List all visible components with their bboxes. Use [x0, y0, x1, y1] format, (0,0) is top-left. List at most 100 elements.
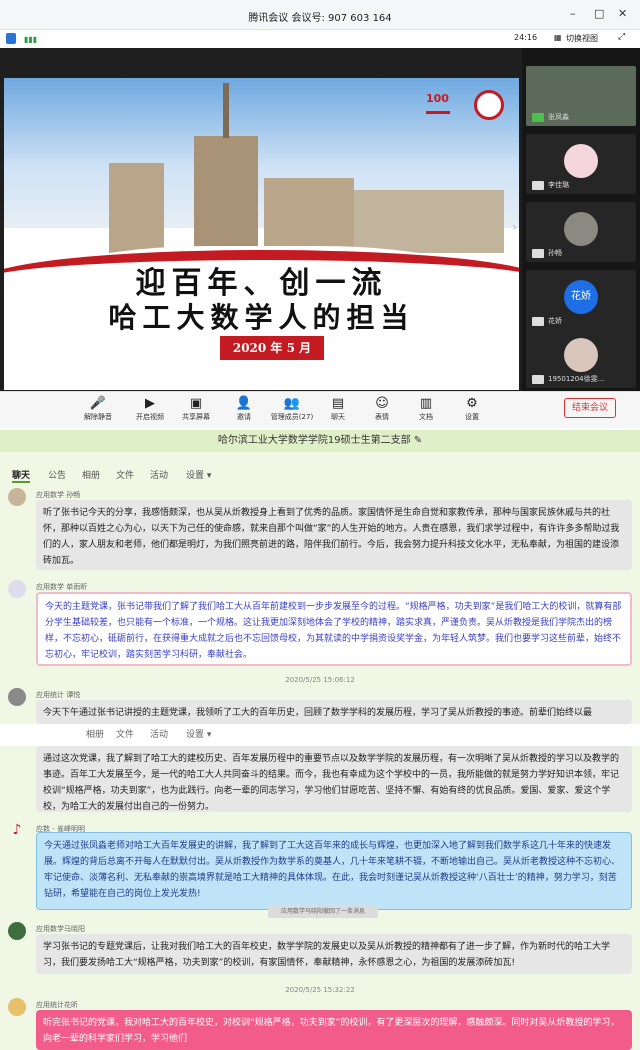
- tab-album[interactable]: 相册: [82, 468, 100, 481]
- message-bubble[interactable]: 学习张书记的专题党课后，让我对我们哈工大的百年校史，数学学院的发展史以及吴从炘教…: [36, 934, 632, 974]
- tab-announcements[interactable]: 公告: [48, 468, 66, 481]
- manage-members-button[interactable]: 👥 管理成员(27): [264, 396, 320, 422]
- participant-tile[interactable]: 花娇 花娇: [526, 270, 636, 330]
- slide-date: 2020 年 5 月: [220, 336, 324, 360]
- message: 应用统计 谭悦 今天下午通过张书记讲授的主题党课，我领听了工大的百年历史，回顾了…: [8, 688, 632, 724]
- document-icon: ▥: [419, 396, 433, 411]
- message-sender: 应用数学 单雨昕: [36, 583, 88, 591]
- chat-label: 聊天: [331, 413, 345, 421]
- start-video-label: 开启视频: [136, 413, 164, 421]
- tab-settings[interactable]: 设置 ▾: [186, 727, 211, 740]
- meeting-clock: 24:16: [514, 33, 538, 42]
- chat-button[interactable]: ▤ 聊天: [318, 396, 358, 422]
- group-chat: 哈尔滨工业大学数学学院19硕士生第二支部 ✎ 聊天 公告 相册 文件 活动 设置…: [0, 430, 640, 1050]
- unmute-button[interactable]: 🎤 解除静音: [78, 396, 118, 422]
- start-video-button[interactable]: ▶ 开启视频: [130, 396, 170, 422]
- collapse-panel-icon[interactable]: ›: [512, 220, 517, 234]
- smiley-icon: ☺: [375, 396, 389, 411]
- shared-slide: 100 迎百年、创一流 哈工大数学人的担当 2020 年 5 月 1: [4, 78, 519, 390]
- message: ♪ 应数 - 雀峰明明 今天通过张凤淼老师对哈工大百年发展史的讲解，我了解到了工…: [8, 822, 632, 914]
- tab-activities[interactable]: 活动: [150, 727, 168, 740]
- slide-tower: [194, 136, 258, 256]
- invite-button[interactable]: 👤 邀请: [224, 396, 264, 422]
- participant-name: 花娇: [548, 317, 562, 325]
- tab-settings[interactable]: 设置 ▾: [186, 468, 211, 481]
- participant-tile[interactable]: 19501204徐雯...: [526, 328, 636, 388]
- participant-panel: 张凤淼 李佳璐 孙畅 花娇 花娇 19501204徐雯...: [522, 48, 640, 391]
- message-bubble[interactable]: 听了张书记今天的分享，我感悟颇深，也从吴从炘教授身上看到了优秀的品质。家国情怀是…: [36, 500, 632, 570]
- tab-chat[interactable]: 聊天: [12, 468, 31, 483]
- mic-muted-icon: [532, 181, 544, 190]
- end-meeting-button[interactable]: 结束会议: [564, 398, 616, 418]
- avatar: [564, 144, 598, 178]
- settings-label: 设置: [465, 413, 479, 421]
- tab-album[interactable]: 相册: [86, 727, 104, 740]
- share-screen-button[interactable]: ▣ 共享屏幕: [176, 396, 216, 422]
- participant-name: 张凤淼: [548, 113, 569, 121]
- tab-activities[interactable]: 活动: [150, 468, 168, 481]
- group-tabs: 聊天 公告 相册 文件 活动 设置 ▾: [0, 464, 640, 484]
- participant-name: 19501204徐雯...: [548, 375, 605, 383]
- participant-tile[interactable]: 孙畅: [526, 202, 636, 262]
- fullscreen-icon[interactable]: ⤢: [618, 32, 625, 42]
- unmute-label: 解除静音: [84, 413, 112, 421]
- maximize-button[interactable]: □: [594, 7, 604, 20]
- minimize-button[interactable]: –: [570, 7, 576, 20]
- anniversary-100-icon: 100: [426, 92, 450, 114]
- window-titlebar: 腾讯会议 会议号: 907 603 164 – □ ✕: [0, 0, 640, 30]
- message-bubble[interactable]: 今天通过张凤淼老师对哈工大百年发展史的讲解，我了解到了工大这百年来的成长与辉煌，…: [36, 832, 632, 910]
- mic-icon: [532, 113, 544, 122]
- reactions-button[interactable]: ☺ 表情: [362, 396, 402, 422]
- slide-building: [264, 178, 354, 253]
- slide-building: [109, 163, 164, 253]
- mic-muted-icon: [532, 317, 544, 326]
- participant-tile[interactable]: 张凤淼: [526, 66, 636, 126]
- message-bubble[interactable]: 今天下午通过张书记讲授的主题党课，我领听了工大的百年历史，回顾了数学学科的发展历…: [36, 700, 632, 724]
- group-title: 哈尔滨工业大学数学学院19硕士生第二支部 ✎: [0, 430, 640, 452]
- mic-muted-icon: [532, 249, 544, 258]
- settings-icon: ⚙: [466, 396, 478, 411]
- meeting-infobar: ▮▮▮ 24:16 ▦ 切换视图 ⤢: [0, 30, 640, 48]
- mic-muted-icon: [532, 375, 544, 384]
- documents-button[interactable]: ▥ 文档: [406, 396, 446, 422]
- manage-members-label: 管理成员(27): [270, 413, 314, 421]
- avatar: [8, 488, 26, 506]
- tab-files[interactable]: 文件: [116, 727, 134, 740]
- avatar: [564, 212, 598, 246]
- settings-button[interactable]: ⚙ 设置: [452, 396, 492, 422]
- share-screen-icon: ▣: [189, 396, 203, 411]
- participant-tile[interactable]: 李佳璐: [526, 134, 636, 194]
- message-bubble[interactable]: 今天的主题党课，张书记带我们了解了我们哈工大从百年前建校到一步步发展至今的过程。…: [36, 592, 632, 666]
- message-sender: 应用数学 孙畅: [36, 491, 81, 499]
- university-seal-icon: [474, 90, 504, 120]
- hit-logo: 100: [426, 90, 508, 120]
- screenshot-seam: 相册 文件 活动 设置 ▾: [0, 724, 640, 746]
- chat-icon: ▤: [331, 396, 345, 411]
- meeting-toolbar: 🎤 解除静音 ▶ 开启视频 ▣ 共享屏幕 👤 邀请 👥 管理成员(27) ▤ 聊天 ☺ 表情 …: [0, 391, 640, 428]
- avatar: [8, 688, 26, 706]
- reactions-label: 表情: [375, 413, 389, 421]
- tab-files[interactable]: 文件: [116, 468, 134, 481]
- microphone-icon: 🎤: [89, 396, 107, 411]
- members-icon: 👥: [283, 396, 301, 411]
- message: 应用数学 单雨昕 今天的主题党课，张书记带我们了解了我们哈工大从百年前建校到一步…: [8, 580, 632, 670]
- slide-spire: [223, 83, 229, 138]
- invite-icon: 👤: [235, 396, 253, 411]
- shield-icon: [6, 33, 16, 44]
- message-bubble[interactable]: 听完张书记的党课，我对哈工大的百年校史，对校训“规格严格，功夫到家”的校训，有了…: [36, 1010, 632, 1050]
- message: 应用数学 孙畅 听了张书记今天的分享，我感悟颇深，也从吴从炘教授身上看到了优秀的…: [8, 488, 632, 574]
- avatar: [564, 338, 598, 372]
- message: 通过这次党课，我了解到了哈工大的建校历史、百年发展历程中的重要节点以及数学学院的…: [8, 746, 632, 816]
- window-title: 腾讯会议 会议号: 907 603 164: [248, 13, 392, 24]
- slide-building: [354, 190, 504, 253]
- timestamp: 2020/5/25 15:32:22: [285, 986, 355, 994]
- avatar: [8, 580, 26, 598]
- message-sender: 应用统计 谭悦: [36, 691, 81, 699]
- switch-view-button[interactable]: 切换视图: [566, 33, 598, 44]
- message-bubble[interactable]: 通过这次党课，我了解到了哈工大的建校历史、百年发展历程中的重要节点以及数学学院的…: [36, 746, 632, 812]
- avatar: [8, 922, 26, 940]
- participant-name: 孙畅: [548, 249, 562, 257]
- message-sender: 应用数学马晓阳: [36, 925, 85, 933]
- close-button[interactable]: ✕: [618, 7, 627, 20]
- signal-icon: ▮▮▮: [24, 35, 38, 44]
